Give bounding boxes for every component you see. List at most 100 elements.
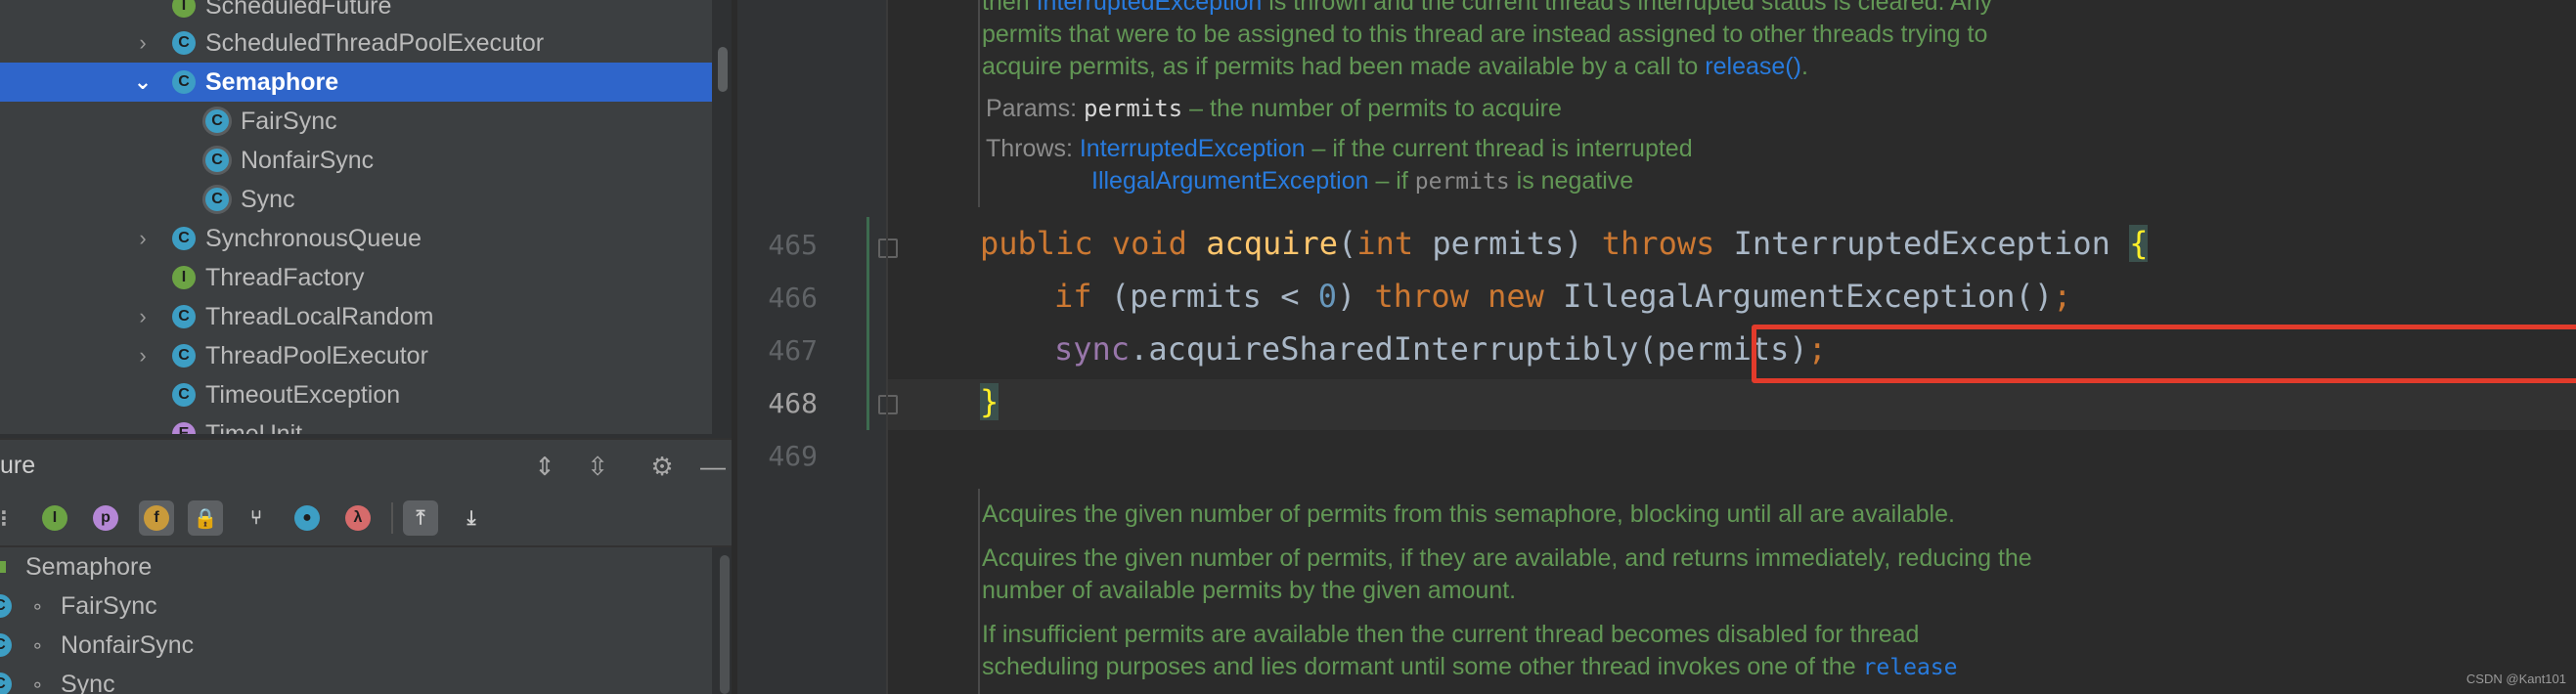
tree-item-semaphore[interactable]: ⌄ C Semaphore xyxy=(0,63,712,102)
class-icon: C xyxy=(0,672,12,694)
doc-throws: IllegalArgumentException – if permits is… xyxy=(1091,167,1634,195)
code-line-467[interactable]: sync.acquireSharedInterruptibly(permits)… xyxy=(1054,330,1827,368)
tree-item-label: ScheduledFuture xyxy=(205,0,392,20)
structure-title: ure xyxy=(0,452,36,479)
doc-line: number of available permits by the given… xyxy=(982,577,1517,604)
minimize-icon[interactable]: — xyxy=(696,450,730,483)
expand-all-icon[interactable]: ⇕ xyxy=(528,450,561,483)
autoscroll-from-source-icon[interactable]: ⤓ xyxy=(454,500,489,536)
chevron-right-icon[interactable]: › xyxy=(127,304,158,329)
class-icon: C xyxy=(172,31,196,55)
class-icon: C xyxy=(0,633,12,657)
tree-item-label: FairSync xyxy=(241,107,337,135)
structure-root-label: Semaphore xyxy=(25,552,153,581)
tree-item-timeunit[interactable]: E TimeUnit xyxy=(0,414,712,434)
list-item-label: FairSync xyxy=(61,591,157,620)
current-line-highlight xyxy=(888,379,2576,430)
tree-item-threadfactory[interactable]: I ThreadFactory xyxy=(0,258,712,297)
doc-link[interactable]: InterruptedException xyxy=(1080,135,1306,162)
tree-item-threadpoolexecutor[interactable]: › C ThreadPoolExecutor xyxy=(0,336,712,375)
list-item[interactable]: C ∘ Sync xyxy=(0,665,712,694)
line-number: 469 xyxy=(768,440,818,472)
tree-item-label: TimeoutException xyxy=(205,380,401,409)
class-icon: C xyxy=(0,594,12,618)
show-fields-icon[interactable]: f xyxy=(139,500,174,536)
list-item[interactable]: C ∘ NonfairSync xyxy=(0,626,712,665)
structure-scrollbar[interactable] xyxy=(720,555,730,694)
doc-params: Params: permits – the number of permits … xyxy=(986,95,1562,122)
structure-header: ure ⇕ ⇳ ⚙ — xyxy=(0,438,732,491)
list-item-label: Sync xyxy=(61,670,115,694)
chevron-right-icon[interactable]: › xyxy=(127,30,158,56)
doc-link[interactable]: IllegalArgumentException xyxy=(1091,167,1369,195)
doc-line: Acquires the given number of permits, if… xyxy=(982,544,2032,572)
static-class-icon: C xyxy=(205,149,229,172)
doc-link[interactable]: release() xyxy=(1705,53,1801,80)
gear-icon[interactable]: ⚙ xyxy=(645,450,679,483)
class-icon: C xyxy=(172,70,196,94)
code-line-465[interactable]: public void acquire(int permits) throws … xyxy=(980,225,2149,262)
autoscroll-to-source-icon[interactable]: ⤒ xyxy=(403,500,438,536)
tree-item-label: ScheduledThreadPoolExecutor xyxy=(205,28,545,57)
fold-icon[interactable] xyxy=(878,395,898,414)
package-private-icon: ∘ xyxy=(31,673,44,694)
doc-line: then InterruptedException is thrown and … xyxy=(982,0,2449,19)
structure-list[interactable]: Semaphore C ∘ FairSync C ∘ NonfairSync C… xyxy=(0,547,712,694)
interface-icon: I xyxy=(172,266,196,289)
line-number: 466 xyxy=(768,282,818,314)
doc-link[interactable]: release xyxy=(1863,655,1958,680)
show-non-public-icon[interactable]: 🔒 xyxy=(188,500,223,536)
show-anonymous-icon[interactable]: ● xyxy=(289,500,325,536)
tree-item-threadlocalrandom[interactable]: › C ThreadLocalRandom xyxy=(0,297,712,336)
show-lambdas-icon[interactable]: λ xyxy=(340,500,376,536)
package-private-icon: ∘ xyxy=(31,595,44,618)
fold-icon[interactable] xyxy=(878,239,898,258)
toolbar-separator xyxy=(391,502,393,534)
hierarchy-icon[interactable]: ⑂ xyxy=(239,500,274,536)
sort-icon[interactable]: ⋮ xyxy=(0,500,22,536)
doc-link[interactable]: InterruptedException xyxy=(1037,0,1263,16)
package-private-icon: ∘ xyxy=(31,634,44,657)
code-line-468[interactable]: } xyxy=(980,383,999,420)
tree-item-timeoutexception[interactable]: C TimeoutException xyxy=(0,375,712,414)
chevron-right-icon[interactable]: › xyxy=(127,226,158,251)
static-class-icon: C xyxy=(205,109,229,133)
vcs-change-marker[interactable] xyxy=(866,217,869,430)
list-item[interactable]: C ∘ FairSync xyxy=(0,586,712,626)
code-line-466[interactable]: if (permits < 0) throw new IllegalArgume… xyxy=(1054,278,2071,315)
class-icon: C xyxy=(172,383,196,407)
javadoc-top: then InterruptedException is thrown and … xyxy=(982,0,2449,198)
tree-item-scheduledthreadpoolexecutor[interactable]: › C ScheduledThreadPoolExecutor xyxy=(0,23,712,63)
tree-item-label: ThreadPoolExecutor xyxy=(205,341,428,369)
tree-item-scheduledfuture[interactable]: I ScheduledFuture xyxy=(0,0,712,25)
doc-line: acquire permits, as if permits had been … xyxy=(982,53,1808,80)
show-inherited-icon[interactable]: I xyxy=(37,500,72,536)
tree-item-label: NonfairSync xyxy=(241,146,375,174)
tree-item-label: Sync xyxy=(241,185,295,213)
tree-item-fairsync[interactable]: C FairSync xyxy=(0,102,712,141)
tree-scrollbar[interactable] xyxy=(718,47,728,92)
collapse-all-icon[interactable]: ⇳ xyxy=(581,450,614,483)
watermark: CSDN @Kant101 xyxy=(2465,672,2566,686)
gutter-divider xyxy=(886,0,888,694)
doc-border xyxy=(978,489,980,694)
chevron-right-icon[interactable]: › xyxy=(127,343,158,369)
project-tree[interactable]: I ScheduledFuture › C ScheduledThreadPoo… xyxy=(0,0,712,434)
tree-item-synchronousqueue[interactable]: › C SynchronousQueue xyxy=(0,219,712,258)
static-class-icon: C xyxy=(205,188,229,211)
show-properties-icon[interactable]: p xyxy=(88,500,123,536)
class-icon: C xyxy=(172,305,196,328)
tree-item-label: ThreadLocalRandom xyxy=(205,302,434,330)
chevron-down-icon[interactable]: ⌄ xyxy=(127,69,158,95)
code-editor[interactable]: 465 466 467 468 469 then InterruptedExce… xyxy=(737,0,2576,694)
structure-root[interactable]: Semaphore xyxy=(0,547,712,586)
tree-item-sync[interactable]: C Sync xyxy=(0,180,712,219)
tree-item-label: TimeUnit xyxy=(205,419,303,435)
red-annotation-box xyxy=(1752,325,2576,383)
doc-throws: Throws: InterruptedException – if the cu… xyxy=(986,135,1693,162)
tree-item-nonfairsync[interactable]: C NonfairSync xyxy=(0,141,712,180)
left-tool-panel: I ScheduledFuture › C ScheduledThreadPoo… xyxy=(0,0,737,694)
line-number: 465 xyxy=(768,229,818,261)
doc-line: Acquires the given number of permits fro… xyxy=(982,500,1955,528)
tree-item-label: SynchronousQueue xyxy=(205,224,422,252)
